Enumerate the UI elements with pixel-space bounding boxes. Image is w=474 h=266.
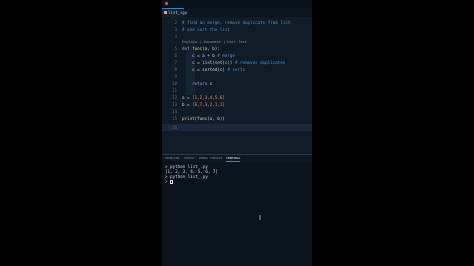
- list-literal: [1,2,3,4,5,6]: [192, 95, 225, 100]
- code-text: c = a + b # merge: [182, 52, 235, 59]
- code-rest: c: [209, 81, 213, 86]
- tab-debug-console[interactable]: DEBUG CONSOLE: [199, 155, 222, 162]
- code-line[interactable]: 13 b = [6,7,3,2,1,1]: [162, 101, 312, 108]
- code-line[interactable]: 11: [162, 87, 312, 94]
- line-number: 12: [171, 95, 177, 100]
- code-text: c = list(set(c)) # removes duplicates: [182, 59, 285, 66]
- terminal-cursor: [170, 180, 174, 184]
- line-number: 7: [174, 60, 177, 65]
- code-text: # and sort the list: [182, 27, 230, 32]
- tab-problems[interactable]: PROBLEMS: [165, 155, 179, 162]
- code-line[interactable]: 10 return c: [162, 80, 312, 87]
- code-text: a = [1,2,3,4,5,6]: [182, 94, 225, 101]
- line-number: 13: [171, 102, 177, 107]
- code-line[interactable]: 12 a = [1,2,3,4,5,6]: [162, 94, 312, 101]
- line-number: 6: [174, 53, 177, 58]
- code-comment: # sorts: [227, 67, 246, 72]
- code-statement: c = sorted(c): [182, 67, 228, 72]
- code-line[interactable]: 4: [162, 33, 312, 40]
- current-line[interactable]: 16: [162, 124, 312, 131]
- close-tab-icon[interactable]: ×: [180, 9, 182, 17]
- tab-label: list_.py: [168, 10, 188, 15]
- line-number: 16: [171, 125, 177, 130]
- code-line[interactable]: 2 # find an merge, remove duplicate from…: [162, 19, 312, 26]
- text-cursor-icon: I: [259, 214, 262, 222]
- code-line[interactable]: 7 c = list(set(c)) # removes duplicates: [162, 59, 312, 66]
- window-dot-icon[interactable]: [165, 2, 168, 5]
- keyword: return: [182, 81, 210, 86]
- keyword: def: [182, 46, 193, 51]
- code-text: # find an merge, remove duplicate from l…: [182, 20, 291, 25]
- line-number: 5: [174, 46, 177, 51]
- line-number: 10: [171, 81, 177, 86]
- code-statement: a =: [182, 95, 193, 100]
- code-line[interactable]: 15 print(func(a, b)): [162, 115, 312, 122]
- code-comment: # merge: [217, 53, 235, 58]
- editor-tab-list-py[interactable]: list_.py ×: [162, 8, 188, 17]
- code-text: def func(a, b):: [182, 45, 220, 52]
- terminal-prompt-line[interactable]: >: [165, 179, 174, 185]
- line-number: 4: [174, 34, 177, 39]
- line-number: 2: [174, 20, 177, 25]
- left-black-bar: [0, 0, 162, 266]
- code-line[interactable]: 3 # and sort the list: [162, 26, 312, 33]
- code-line[interactable]: 8 c = sorted(c) # sorts: [162, 66, 312, 73]
- code-statement: c = a + b: [182, 53, 218, 58]
- title-bar: [162, 0, 312, 8]
- code-line[interactable]: 9: [162, 73, 312, 80]
- terminal-panel[interactable]: > python list_.py [1, 2, 3, 4, 5, 6, 7] …: [162, 162, 312, 266]
- tab-bar: list_.py ×: [162, 8, 312, 17]
- function-name: print: [182, 116, 195, 121]
- python-file-icon: [164, 11, 167, 14]
- line-number: 8: [174, 67, 177, 72]
- code-text: print(func(a, b)): [182, 115, 225, 122]
- code-line[interactable]: 14: [162, 108, 312, 115]
- code-line[interactable]: 6 c = a + b # merge: [162, 52, 312, 59]
- code-rest: (func(a, b)): [194, 116, 225, 121]
- line-number: 14: [171, 109, 177, 114]
- code-comment: # removes duplicates: [234, 60, 286, 65]
- function-name: func: [192, 46, 203, 51]
- code-line[interactable]: 5 def func(a, b):: [162, 45, 312, 52]
- code-text: return c: [182, 80, 212, 87]
- right-black-bar: [312, 0, 474, 266]
- list-literal: [6,7,3,2,1,1]: [192, 102, 225, 107]
- code-statement: b =: [182, 102, 193, 107]
- line-number: 11: [171, 88, 177, 93]
- line-number: 9: [174, 74, 177, 79]
- line-number: 15: [171, 116, 177, 121]
- tab-output[interactable]: OUTPUT: [184, 155, 195, 162]
- code-statement: c = list(set(c)): [182, 60, 235, 65]
- code-editor-window: list_.py × 2 # find an merge, remove dup…: [162, 0, 312, 266]
- code-text: b = [6,7,3,2,1,1]: [182, 101, 225, 108]
- code-rest: (a, b):: [202, 46, 220, 51]
- code-text: c = sorted(c) # sorts: [182, 66, 245, 73]
- tab-terminal[interactable]: TERMINAL: [226, 155, 241, 162]
- code-editor[interactable]: 2 # find an merge, remove duplicate from…: [162, 17, 312, 154]
- line-number: 3: [174, 27, 177, 32]
- panel-tab-bar: PROBLEMS OUTPUT DEBUG CONSOLE TERMINAL: [162, 155, 312, 162]
